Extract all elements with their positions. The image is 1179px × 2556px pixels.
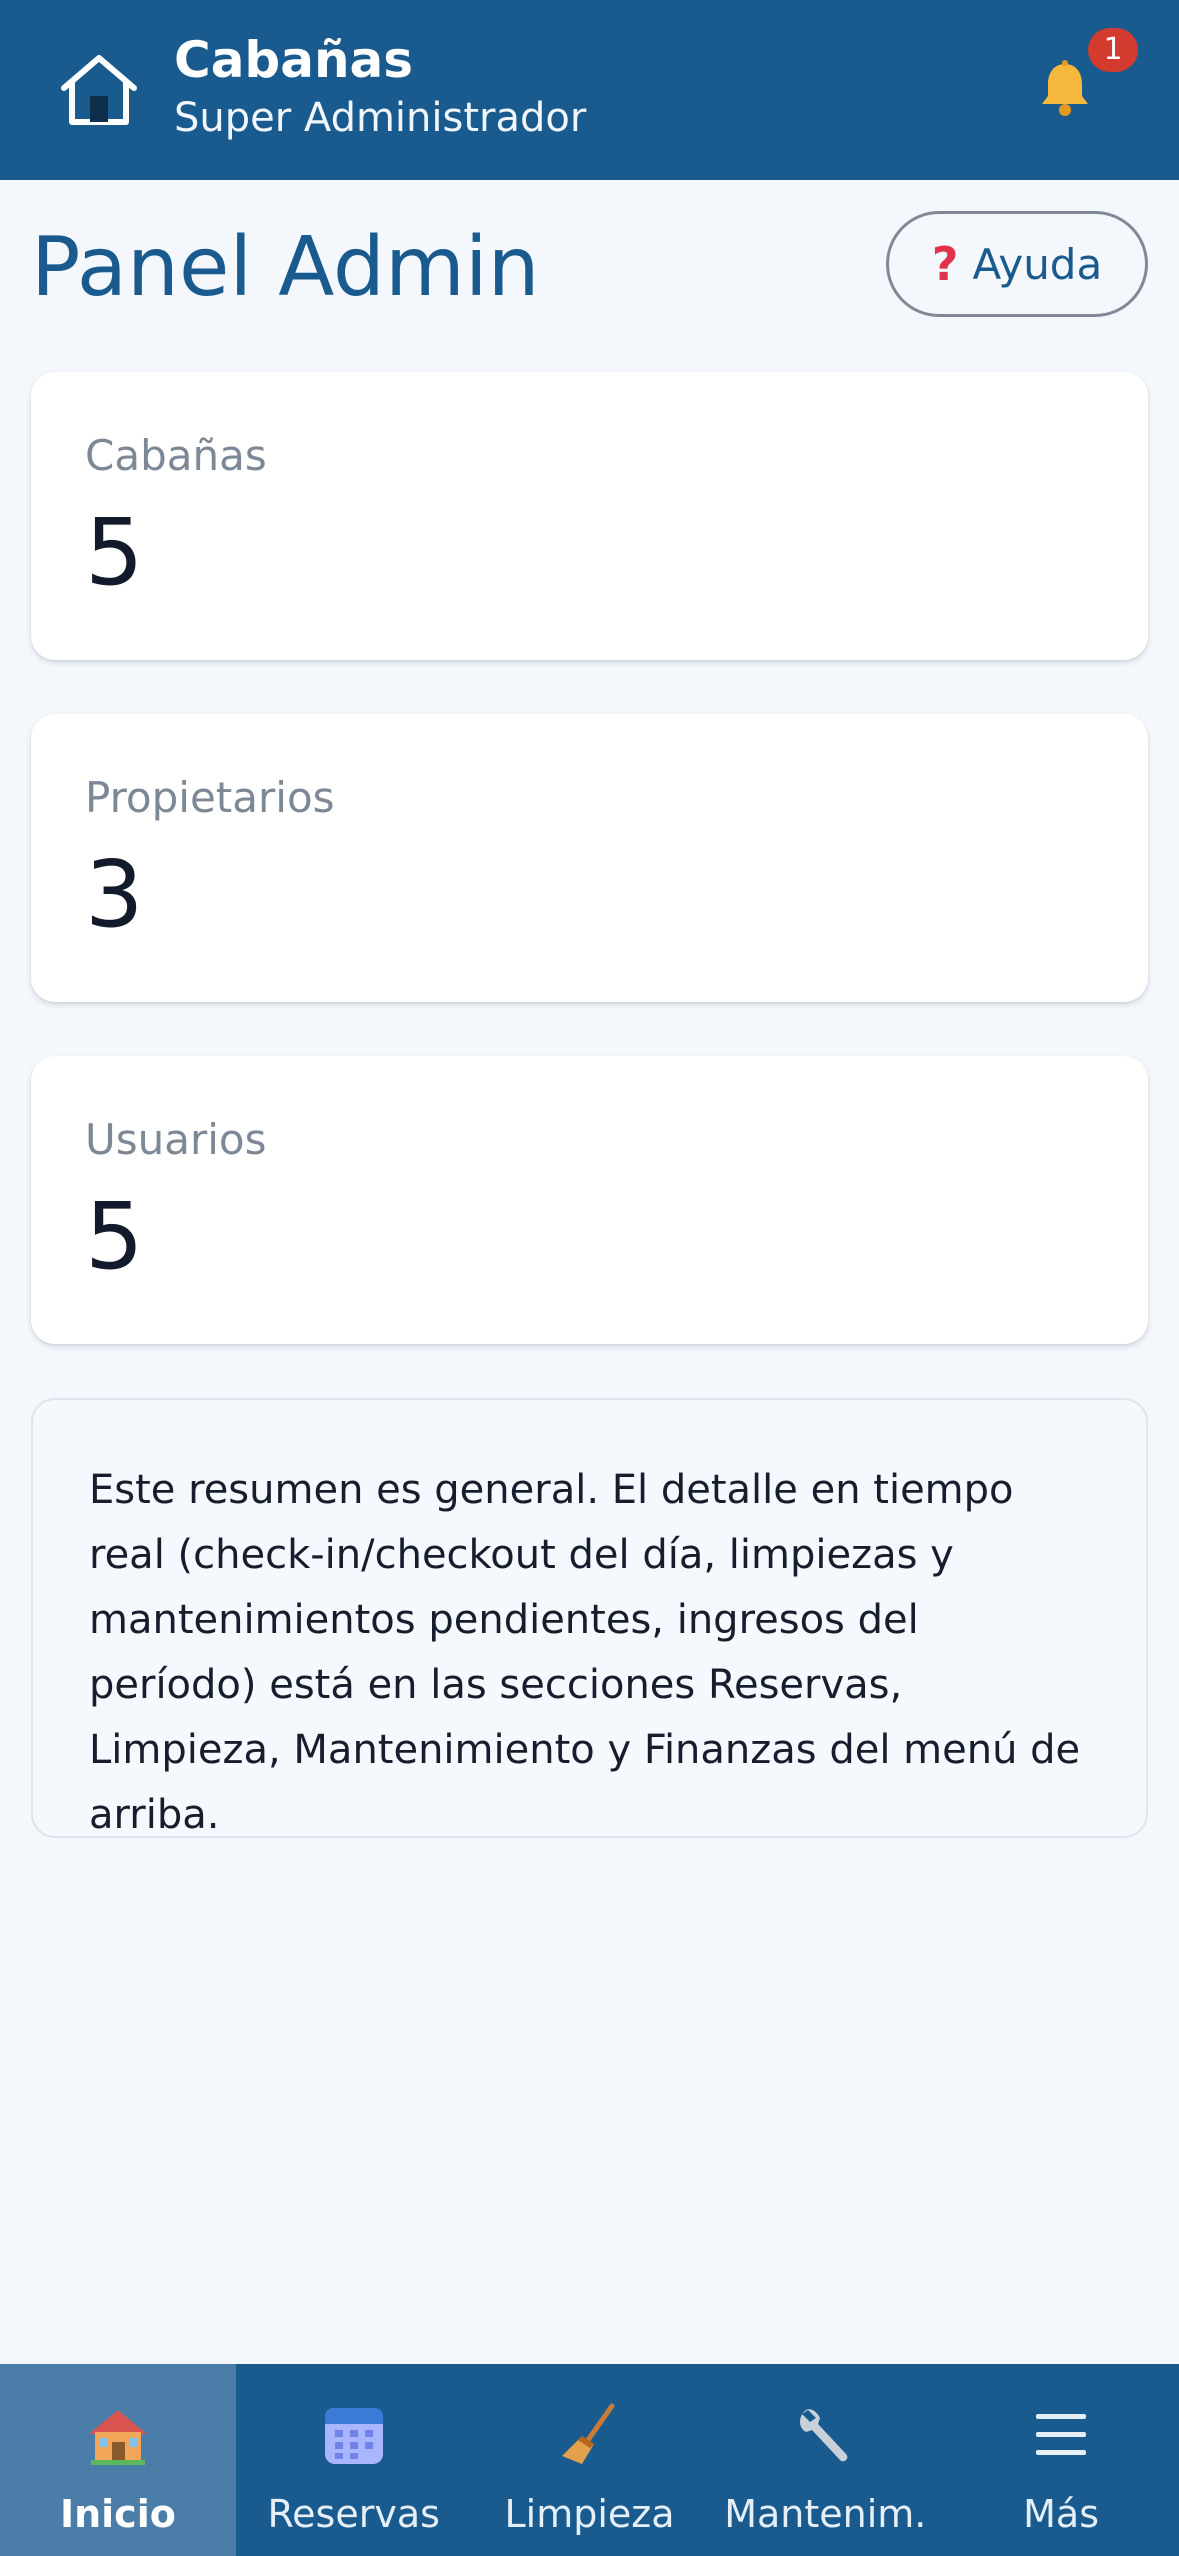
stat-card-usuarios: Usuarios 5 — [31, 1056, 1148, 1344]
nav-item-reservas[interactable]: Reservas — [236, 2364, 472, 2556]
wrench-icon — [800, 2409, 848, 2462]
bell-icon[interactable] — [1036, 58, 1094, 118]
calendar-icon — [324, 2408, 383, 2464]
nav-label-reservas: Reservas — [267, 2492, 440, 2536]
stat-value: 3 — [85, 841, 144, 948]
nav-label-inicio: Inicio — [59, 2492, 176, 2536]
stat-card-propietarios: Propietarios 3 — [31, 714, 1148, 1002]
brand: Cabañas Super Administrador — [174, 28, 586, 144]
bottom-nav: Inicio Reservas Limpieza Mantenim. Más — [0, 2364, 1179, 2556]
nav-label-mas: Más — [1023, 2492, 1100, 2536]
question-icon: ? — [931, 237, 959, 291]
nav-label-mantenimiento: Mantenim. — [724, 2492, 927, 2536]
stat-value: 5 — [85, 499, 144, 606]
summary-note: Este resumen es general. El detalle en t… — [31, 1398, 1148, 1838]
help-button[interactable]: ? Ayuda — [886, 211, 1148, 317]
stat-label: Propietarios — [85, 773, 335, 822]
help-label: Ayuda — [972, 239, 1103, 289]
broom-icon — [562, 2403, 615, 2464]
stat-card-cabanas: Cabañas 5 — [31, 372, 1148, 660]
user-role: Super Administrador — [174, 95, 587, 141]
home-icon[interactable] — [58, 50, 140, 130]
nav-label-limpieza: Limpieza — [504, 2492, 675, 2536]
page: Cabañas Super Administrador 1 Panel Admi… — [0, 0, 1179, 2556]
stat-value: 5 — [85, 1183, 144, 1290]
notification-badge: 1 — [1088, 28, 1138, 72]
app-header: Cabañas Super Administrador 1 — [0, 0, 1179, 180]
stat-label: Cabañas — [85, 431, 267, 480]
stat-label: Usuarios — [85, 1115, 267, 1164]
app-title: Cabañas — [174, 31, 414, 89]
nav-item-inicio[interactable]: Inicio — [0, 2364, 236, 2556]
nav-item-limpieza[interactable]: Limpieza — [472, 2364, 708, 2556]
page-title: Panel Admin — [31, 220, 540, 315]
house-icon — [88, 2410, 147, 2465]
nav-item-mas[interactable]: Más — [943, 2364, 1179, 2556]
menu-icon — [1036, 2414, 1087, 2455]
nav-item-mantenimiento[interactable]: Mantenim. — [707, 2364, 943, 2556]
